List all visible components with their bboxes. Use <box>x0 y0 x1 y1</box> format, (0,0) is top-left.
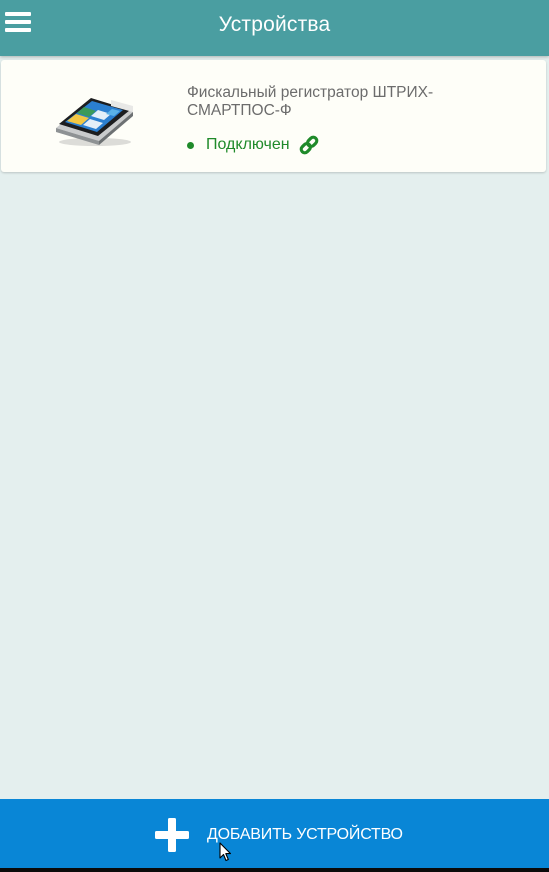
page-title: Устройства <box>218 13 331 36</box>
device-name: Фискальный регистратор ШТРИХ-СМАРТПОС-Ф <box>187 84 434 119</box>
pos-terminal-image <box>56 98 133 146</box>
plus-icon <box>155 818 189 852</box>
mouse-cursor-icon <box>219 842 232 862</box>
status-dot-icon <box>187 141 194 149</box>
add-device-button[interactable]: ДОБАВИТЬ УСТРОЙСТВО <box>0 799 549 868</box>
screen-bottom-edge <box>0 868 549 872</box>
app-header: Устройства <box>0 0 549 56</box>
device-status: Подключен <box>187 135 319 155</box>
device-card[interactable]: Фискальный регистратор ШТРИХ-СМАРТПОС-Ф … <box>1 60 546 172</box>
status-text: Подключен <box>206 136 290 153</box>
link-icon <box>299 135 318 155</box>
add-device-label: ДОБАВИТЬ УСТРОЙСТВО <box>207 826 403 843</box>
